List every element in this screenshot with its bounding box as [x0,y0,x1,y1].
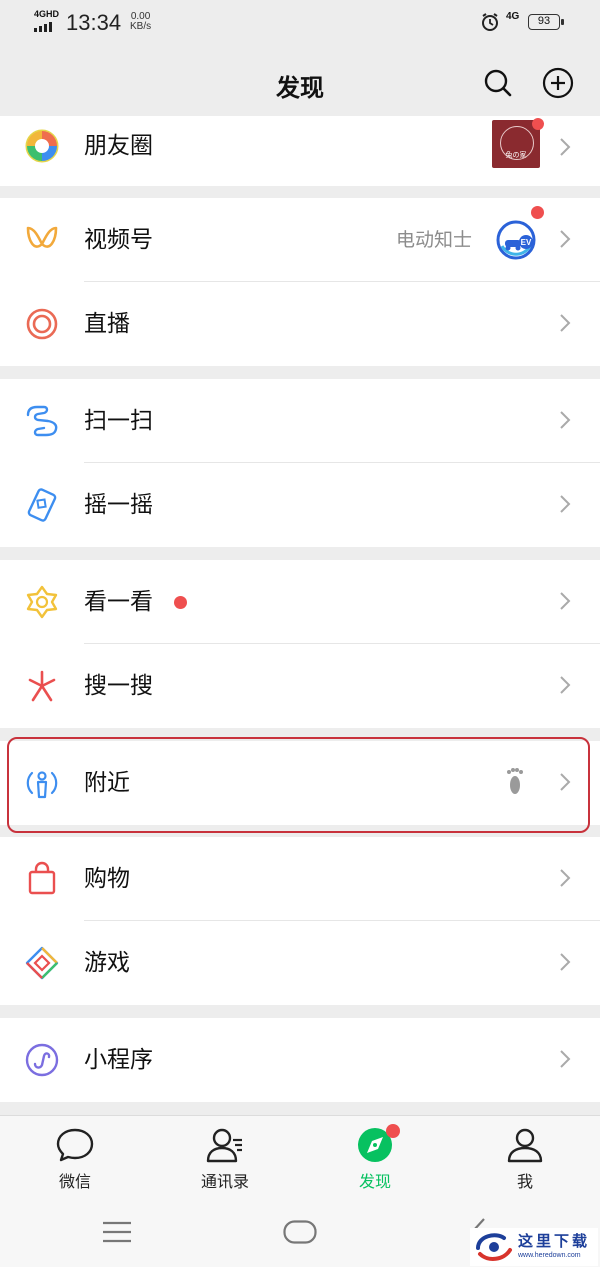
tab-chats[interactable]: 微信 [0,1116,150,1198]
tab-discover-label: 发现 [358,1172,391,1191]
row-games[interactable]: 游戏 [0,921,600,1005]
live-icon [26,308,58,340]
channels-subtitle: 电动知士 [396,229,473,251]
chevron-right-icon [560,495,571,513]
scan-label: 扫一扫 [84,408,153,434]
tab-discover[interactable]: 发现 [300,1116,450,1198]
home-icon[interactable] [283,1220,317,1244]
chevron-right-icon [560,314,571,332]
tab-chats-label: 微信 [58,1172,91,1191]
shake-icon [27,488,57,522]
bottom-tab-bar: 微信 通讯录 发现 我 [0,1115,600,1198]
live-label: 直播 [84,311,130,337]
menu-icon[interactable] [102,1221,132,1243]
battery-icon: 93 [528,14,564,30]
channels-label: 视频号 [84,227,153,253]
thumbnail-text: 兔の家 [505,151,527,159]
discover-badge [386,1124,400,1138]
watermark-url: www.heredown.com [518,1252,581,1259]
row-miniprograms[interactable]: 小程序 [0,1018,600,1102]
topstories-label: 看一看 [84,589,153,615]
person-icon [507,1128,543,1163]
chevron-right-icon [560,230,571,248]
search-icon[interactable] [483,68,513,98]
shopping-bag-icon [28,861,56,895]
games-label: 游戏 [84,950,130,976]
shake-label: 摇一摇 [84,492,153,518]
chevron-right-icon [560,953,571,971]
miniprograms-icon [25,1043,59,1077]
topstories-badge [174,596,187,609]
group-topstories: 看一看 搜一搜 [0,560,600,728]
network-speed: 0.00 KB/s [130,12,151,32]
chat-bubble-icon [56,1128,94,1162]
search-label: 搜一搜 [84,673,153,699]
row-search[interactable]: 搜一搜 [0,644,600,728]
group-moments: 朋友圈 兔の家 [0,116,600,186]
watermark-logo-icon [476,1233,512,1261]
signal-icon [34,22,52,32]
watermark: 这里下载 www.heredown.com [470,1228,598,1266]
add-icon[interactable] [542,67,574,99]
watermark-text: 这里下载 [518,1232,591,1250]
chevron-right-icon [560,592,571,610]
row-channels[interactable]: 视频号 电动知士 EV [0,198,600,282]
scan-icon [26,405,58,437]
chevron-right-icon [560,869,571,887]
moments-label: 朋友圈 [84,133,153,159]
moments-icon [25,129,59,163]
tab-contacts[interactable]: 通讯录 [150,1116,300,1198]
chevron-right-icon [560,138,571,156]
tab-me-label: 我 [516,1172,533,1191]
tab-contacts-label: 通讯录 [200,1172,249,1191]
highlight-frame [7,737,590,833]
group-channels: 视频号 电动知士 EV 直播 [0,198,600,366]
network-indicator: 4GHD [34,9,60,19]
row-moments[interactable]: 朋友圈 兔の家 [0,116,600,186]
miniprograms-label: 小程序 [84,1047,153,1073]
row-scan[interactable]: 扫一扫 [0,379,600,463]
moments-badge [532,118,544,130]
status-bar: 4GHD 13:34 0.00 KB/s 4G 93 [0,0,600,46]
svg-text:EV: EV [521,238,532,247]
network-4g: 4G [506,11,520,22]
chevron-right-icon [560,1050,571,1068]
shopping-label: 购物 [84,866,130,892]
clock: 13:34 [66,10,122,35]
group-scan: 扫一扫 摇一摇 [0,379,600,547]
row-shopping[interactable]: 购物 [0,837,600,921]
contacts-icon [206,1128,242,1163]
chevron-right-icon [560,411,571,429]
row-live[interactable]: 直播 [0,282,600,366]
topstories-icon [26,585,58,619]
row-topstories[interactable]: 看一看 [0,560,600,644]
tab-me[interactable]: 我 [450,1116,600,1198]
speed-unit: KB/s [130,21,152,32]
alarm-icon [482,13,498,31]
group-shopping: 购物 游戏 [0,837,600,1005]
row-shake[interactable]: 摇一摇 [0,463,600,547]
group-miniprograms: 小程序 [0,1018,600,1102]
chevron-right-icon [560,676,571,694]
games-icon [25,946,59,980]
ev-avatar-icon: EV [496,220,536,260]
channels-badge [531,206,544,219]
search-feature-icon [28,670,56,702]
channels-icon [26,226,58,248]
